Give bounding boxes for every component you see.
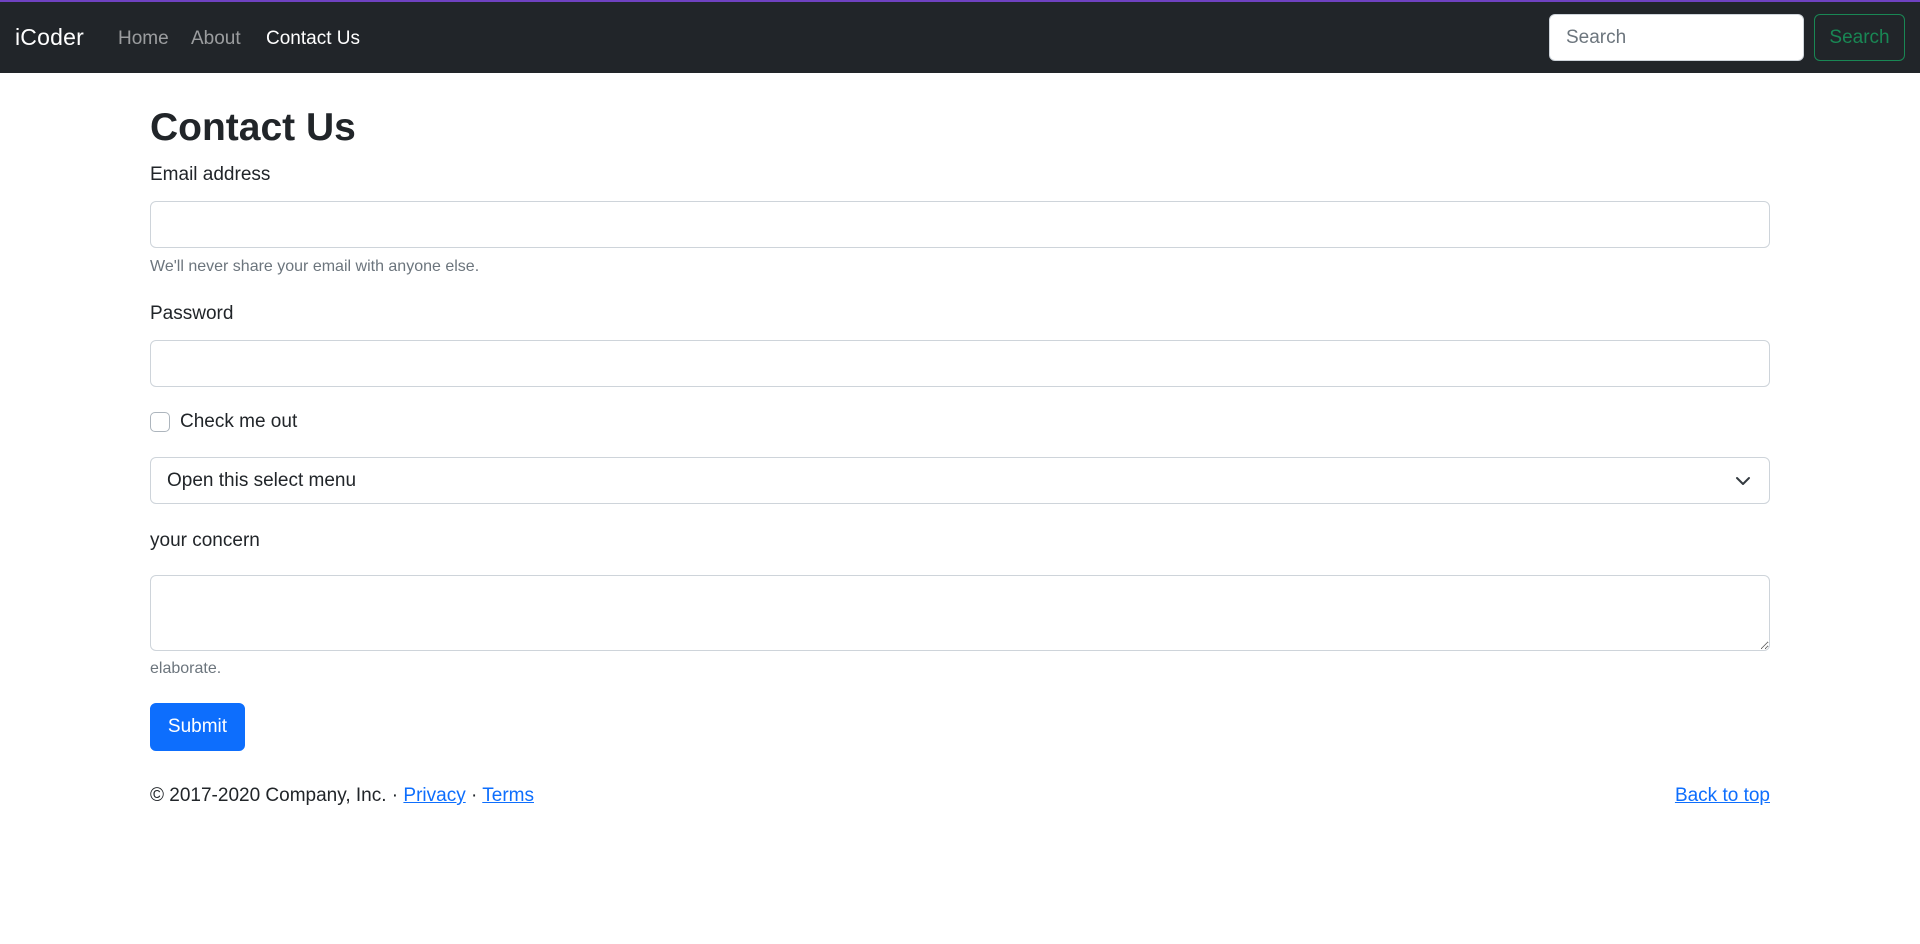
terms-link[interactable]: Terms [482, 785, 534, 806]
footer-separator: · [386, 785, 404, 806]
password-input[interactable] [150, 340, 1770, 387]
concern-help-text: elaborate. [150, 660, 222, 677]
concern-textarea[interactable] [150, 575, 1770, 651]
email-label: Email address [150, 164, 271, 185]
nav-link-home[interactable]: Home [118, 28, 169, 50]
nav-link-about[interactable]: About [191, 28, 241, 50]
privacy-link[interactable]: Privacy [403, 785, 465, 806]
email-help-text: We'll never share your email with anyone… [150, 258, 480, 275]
back-to-top-link[interactable]: Back to top [1675, 785, 1770, 807]
check-me-out-checkbox[interactable] [150, 412, 170, 432]
search-button[interactable]: Search [1814, 14, 1905, 61]
check-me-out-label[interactable]: Check me out [180, 411, 297, 433]
concern-label: your concern [150, 530, 260, 551]
submit-button[interactable]: Submit [150, 703, 245, 751]
navbar: iCoder Home About Contact Us Search [0, 2, 1920, 73]
select-value: Open this select menu [167, 470, 357, 491]
footer-copyright-line: © 2017-2020 Company, Inc. · Privacy · Te… [150, 785, 534, 807]
search-input[interactable] [1549, 14, 1804, 61]
check-me-out-row: Check me out [150, 411, 297, 433]
email-input[interactable] [150, 201, 1770, 248]
chevron-down-icon [1736, 477, 1750, 485]
footer-separator: · [465, 785, 483, 806]
copyright-text: © 2017-2020 Company, Inc. [150, 785, 387, 806]
page-title: Contact Us [150, 106, 356, 149]
options-select[interactable]: Open this select menu [150, 457, 1770, 504]
password-label: Password [150, 303, 234, 324]
brand-logo[interactable]: iCoder [15, 24, 84, 51]
nav-link-contact-us[interactable]: Contact Us [266, 28, 360, 50]
